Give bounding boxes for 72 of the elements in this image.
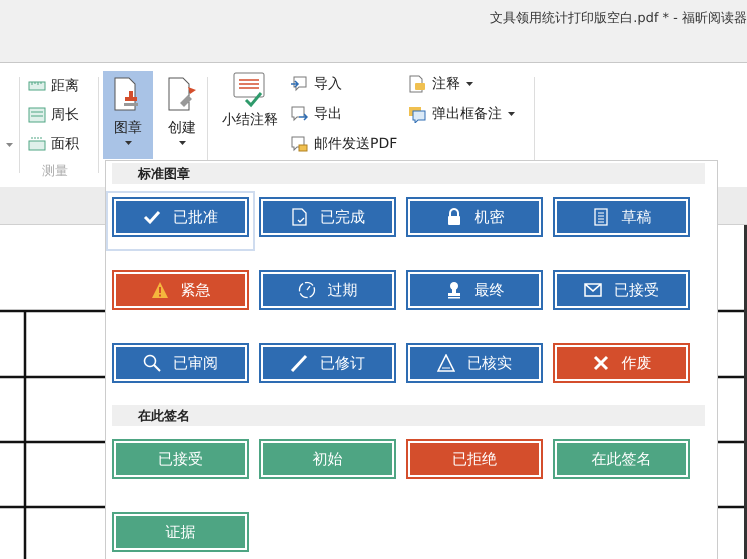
stamp-button[interactable]: 证据 <box>112 512 249 552</box>
stamp-button[interactable]: 已完成 <box>259 197 396 237</box>
note-icon <box>592 208 610 226</box>
stamp-option[interactable]: 已拒绝 <box>400 433 549 493</box>
stamp-button[interactable]: 初始 <box>259 439 396 479</box>
stamp-button[interactable]: 已接受 <box>553 270 690 310</box>
section-header: 在此签名 <box>112 405 705 426</box>
stamp-button[interactable]: 过期 <box>259 270 396 310</box>
section-header: 标准图章 <box>112 163 705 184</box>
stamp-button[interactable]: 图章 <box>103 71 153 159</box>
stamp-option[interactable]: 已接受 <box>106 433 255 493</box>
caret-icon <box>508 112 515 116</box>
group-label: 测量 <box>41 163 69 180</box>
popup-note-icon <box>408 105 426 123</box>
stamp-option[interactable]: 作废 <box>547 337 696 397</box>
stamp-option[interactable]: 已修订 <box>253 337 402 397</box>
stamp-button[interactable]: 已接受 <box>112 439 249 479</box>
search-icon <box>143 354 161 372</box>
caret-icon <box>6 143 13 147</box>
document-check-icon <box>290 208 308 226</box>
comment-mail-icon <box>290 135 308 153</box>
stamp-option[interactable]: 草稿 <box>547 191 696 251</box>
stamp-button[interactable]: 紧急 <box>112 270 249 310</box>
stamp-option[interactable]: 初始 <box>253 433 402 493</box>
stamp-option[interactable]: 已接受 <box>547 264 696 324</box>
triangle-icon <box>437 354 455 372</box>
stamp-button[interactable]: 已拒绝 <box>406 439 543 479</box>
stamp-option[interactable]: 已批准 <box>106 191 255 251</box>
stamp-option[interactable]: 过期 <box>253 264 402 324</box>
stamp-button[interactable]: 在此签名 <box>553 439 690 479</box>
ribbon-menu-button[interactable]: 邮件发送PDF <box>290 133 408 155</box>
stamp-option[interactable]: 机密 <box>400 191 549 251</box>
clock-icon <box>298 281 316 299</box>
stamp-button[interactable]: 已审阅 <box>112 343 249 383</box>
warning-icon <box>150 281 168 299</box>
stamp-button[interactable]: 机密 <box>406 197 543 237</box>
stamp-option[interactable]: 已核实 <box>400 337 549 397</box>
summarize-comments-button[interactable]: 小结注释 <box>216 71 284 129</box>
create-button[interactable]: 创建 <box>157 71 207 159</box>
area-icon <box>28 134 46 152</box>
document-note-icon <box>408 75 426 93</box>
measure-tool-button[interactable]: 周长 <box>28 100 98 129</box>
stamp-button[interactable]: 作废 <box>553 343 690 383</box>
ribbon-menu-button[interactable]: 弹出框备注 <box>408 103 534 125</box>
close-icon <box>592 354 610 372</box>
measure-tool-button[interactable]: 面积 <box>28 129 98 158</box>
pencil-icon <box>290 354 308 372</box>
stamp-option[interactable]: 已审阅 <box>106 337 255 397</box>
export-comments-icon <box>290 105 308 123</box>
stamp-option[interactable]: 紧急 <box>106 264 255 324</box>
ribbon-menu-button[interactable]: 导出 <box>290 103 408 125</box>
caret-icon <box>124 141 132 145</box>
document-flag-icon <box>166 77 198 113</box>
stamp-button[interactable]: 已批准 <box>112 197 249 237</box>
stamp-button[interactable]: 最终 <box>406 270 543 310</box>
stamp-option[interactable]: 已完成 <box>253 191 402 251</box>
stamp-button[interactable]: 已核实 <box>406 343 543 383</box>
envelope-icon <box>584 281 602 299</box>
check-icon <box>143 208 161 226</box>
perimeter-icon <box>28 106 46 124</box>
ribbon-menu-button[interactable]: 导入 <box>290 73 408 95</box>
stamp-button[interactable]: 已修订 <box>259 343 396 383</box>
stamp-option[interactable]: 最终 <box>400 264 549 324</box>
measure-tool-button[interactable]: 距离 <box>28 71 98 100</box>
caret-icon <box>178 141 186 145</box>
ribbon-menu-button[interactable]: 注释 <box>408 73 534 95</box>
stamp-option[interactable]: 证据 <box>106 506 255 559</box>
stamp-option[interactable]: 在此签名 <box>547 433 696 493</box>
caret-icon <box>466 82 473 86</box>
window-title: 文具领用统计打印版空白.pdf * - 福昕阅读器 <box>490 10 747 27</box>
import-comments-icon <box>290 75 308 93</box>
stamp-button[interactable]: 草稿 <box>553 197 690 237</box>
